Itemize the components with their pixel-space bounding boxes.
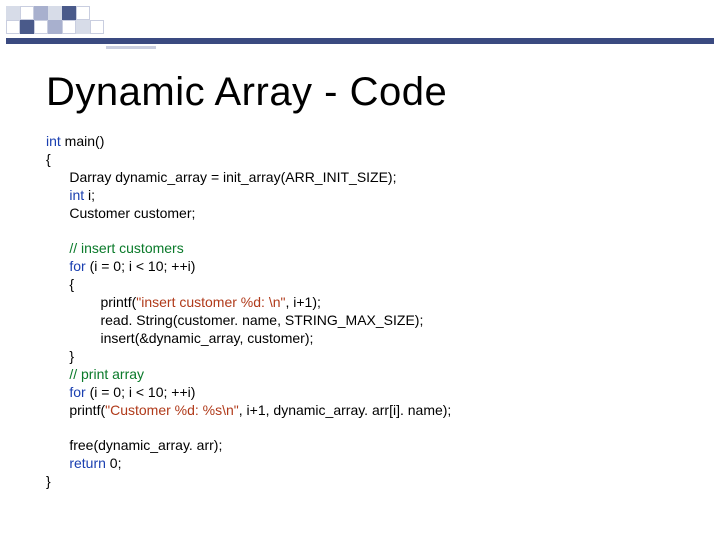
code-keyword: for [69, 258, 85, 274]
code-text: free(dynamic_array. arr); [46, 437, 222, 453]
slide-content: Dynamic Array - Code int main() { Darray… [46, 70, 690, 491]
code-keyword: for [69, 384, 85, 400]
code-string: "Customer %d: %s\n" [105, 402, 239, 418]
code-text: { [46, 276, 74, 292]
slide-corner-decoration [6, 6, 266, 60]
code-text: read. String(customer. name, STRING_MAX_… [46, 312, 423, 328]
code-text: (i = 0; i < 10; ++i) [86, 258, 196, 274]
code-string: "insert customer %d: \n" [136, 294, 285, 310]
code-keyword: int [46, 133, 61, 149]
code-block: int main() { Darray dynamic_array = init… [46, 133, 690, 491]
code-text: i; [84, 187, 95, 203]
code-text: } [46, 348, 74, 364]
code-text: { [46, 151, 51, 167]
code-comment: // print array [69, 366, 144, 382]
code-text: , i+1); [285, 294, 320, 310]
code-text: , i+1, dynamic_array. arr[i]. name); [239, 402, 452, 418]
code-keyword: return [69, 455, 106, 471]
code-text: printf( [46, 294, 136, 310]
code-text: 0; [106, 455, 122, 471]
code-keyword: int [69, 187, 84, 203]
code-comment: // insert customers [69, 240, 183, 256]
code-text: insert(&dynamic_array, customer); [46, 330, 313, 346]
code-text: Customer customer; [46, 205, 195, 221]
code-blank [46, 223, 50, 239]
code-text: (i = 0; i < 10; ++i) [86, 384, 196, 400]
slide-title: Dynamic Array - Code [46, 70, 690, 115]
code-blank [46, 420, 50, 436]
code-text: printf( [46, 402, 105, 418]
code-text: main() [61, 133, 105, 149]
code-text: } [46, 473, 51, 489]
code-text: Darray dynamic_array = init_array(ARR_IN… [46, 169, 397, 185]
